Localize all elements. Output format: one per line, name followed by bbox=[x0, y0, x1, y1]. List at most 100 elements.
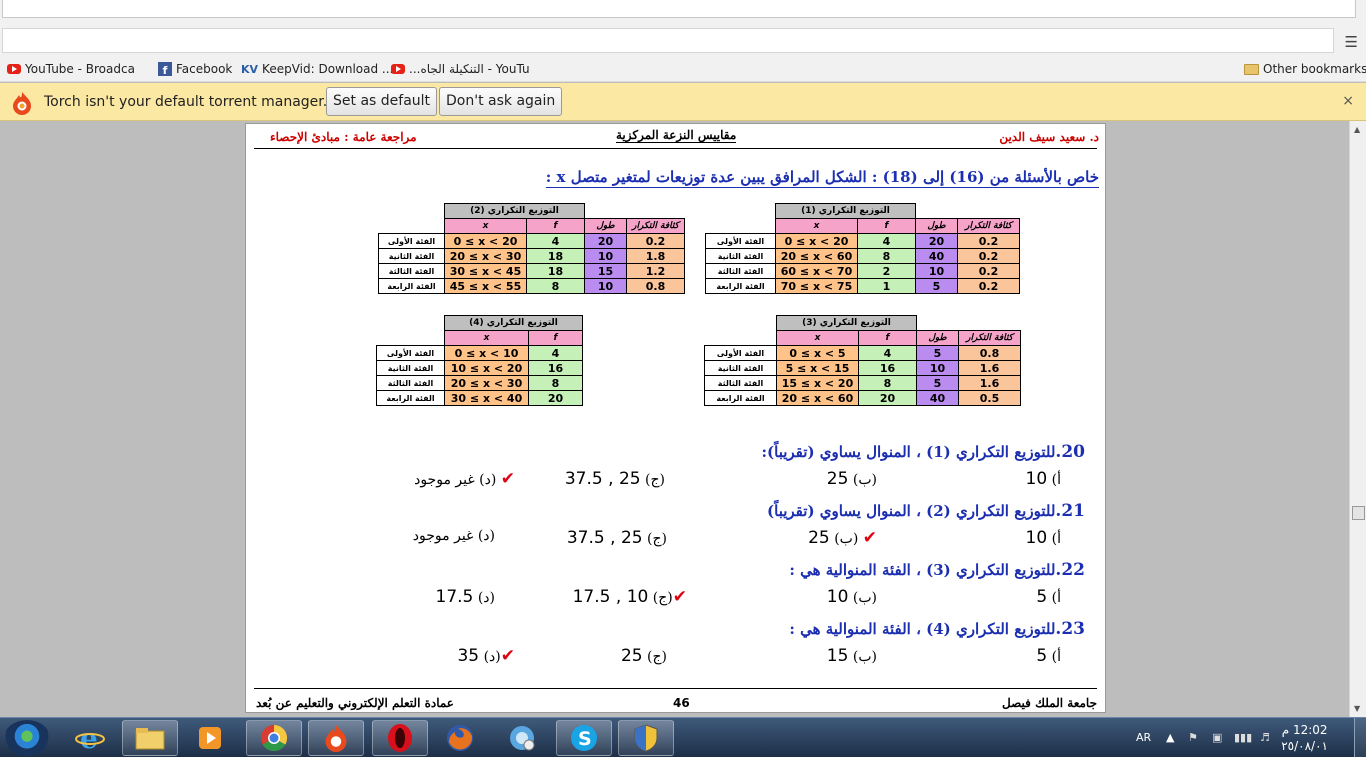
table-row: الفئة الرابعة 20 ≤ x < 60 20 40 0.5 bbox=[704, 390, 1021, 406]
bookmark-facebook[interactable]: f Facebook bbox=[158, 62, 232, 76]
table-row: الفئة الأولى 0 ≤ x < 20 4 20 0.2 bbox=[705, 233, 1020, 249]
device-icon[interactable]: ▣ bbox=[1212, 731, 1222, 744]
opera-icon[interactable] bbox=[372, 720, 428, 756]
table-caption: التوزيع التكراري (1) bbox=[775, 203, 916, 219]
bookmark-youtube[interactable]: YouTube - Broadca bbox=[7, 62, 135, 76]
option-d[interactable]: (د) 17.5 bbox=[436, 587, 495, 607]
shield-icon[interactable] bbox=[618, 720, 674, 756]
svg-text:e: e bbox=[80, 723, 98, 753]
media-player-icon[interactable] bbox=[182, 720, 238, 756]
option-b-correct[interactable]: ✔ (ب) 25 bbox=[808, 528, 877, 548]
check-mark-icon: ✔ bbox=[672, 587, 687, 607]
distribution-table-3: التوزيع التكراري (3) x f طول كثافة التكر… bbox=[704, 315, 1021, 406]
infobar: Torch isn't your default torrent manager… bbox=[0, 83, 1366, 121]
network-icon[interactable] bbox=[494, 720, 550, 756]
taskbar: e S AR ▲ ⚑ ▣ ▮▮▮ ♬ 12:02 م ٢٥/٠٨/٠١ bbox=[0, 717, 1366, 757]
option-b[interactable]: (ب) 10 bbox=[827, 587, 877, 607]
option-b[interactable]: (ب) 25 bbox=[827, 469, 877, 489]
table-row: الفئة الثانية 20 ≤ x < 60 8 40 0.2 bbox=[705, 248, 1020, 264]
table-row: الفئة الأولى 0 ≤ x < 5 4 5 0.8 bbox=[704, 345, 1021, 361]
question-20: 20.للتوزيع التكراري (1) ، المنوال يساوي … bbox=[761, 442, 1086, 462]
distribution-table-4: التوزيع التكراري (4) x f الفئة الأولى 0 ≤… bbox=[376, 315, 583, 406]
vertical-scrollbar[interactable]: ▲ ▼ bbox=[1349, 121, 1366, 717]
bookmark-youtube-2[interactable]: ...التنكيلة الجاه - YouTu bbox=[391, 62, 530, 76]
table-row: الفئة الثانية 10 ≤ x < 20 16 bbox=[376, 360, 583, 376]
youtube-icon bbox=[7, 64, 21, 74]
file-explorer-icon[interactable] bbox=[122, 720, 178, 756]
other-bookmarks[interactable]: Other bookmarks bbox=[1244, 62, 1366, 76]
document-page: د. سعيد سيف الدين مقاييس النزعة المركزية… bbox=[245, 123, 1106, 713]
signal-icon[interactable]: ▮▮▮ bbox=[1234, 731, 1252, 744]
question-21: 21.للتوزيع التكراري (2) ، المنوال يساوي … bbox=[767, 501, 1085, 521]
page-title: مقاييس النزعة المركزية bbox=[616, 128, 737, 143]
option-c[interactable]: (ج) 25 , 37.5 bbox=[565, 469, 665, 489]
check-mark-icon: ✔ bbox=[500, 646, 515, 666]
question-23: 23.للتوزيع التكراري (4) ، الفئة المنوالي… bbox=[789, 619, 1085, 639]
scroll-down-icon[interactable]: ▼ bbox=[1354, 704, 1360, 713]
table-caption: التوزيع التكراري (4) bbox=[444, 315, 583, 331]
option-a[interactable]: أ) 10 bbox=[1026, 528, 1061, 548]
table-row: الفئة الأولى 0 ≤ x < 10 4 bbox=[376, 345, 583, 361]
table-row: الفئة الثالثة 20 ≤ x < 30 8 bbox=[376, 375, 583, 391]
torch-browser-icon[interactable] bbox=[308, 720, 364, 756]
footer-divider bbox=[254, 688, 1097, 689]
table-row: الفئة الرابعة 45 ≤ x < 55 8 10 0.8 bbox=[378, 278, 685, 294]
distribution-table-1: التوزيع التكراري (1) x f طول كثافة التكر… bbox=[705, 203, 1020, 294]
show-desktop-button[interactable] bbox=[1354, 718, 1366, 757]
table-caption: التوزيع التكراري (2) bbox=[444, 203, 585, 219]
option-d-correct[interactable]: ✔ (د) غير موجود bbox=[414, 469, 515, 489]
bookmark-keepvid[interactable]: KV KeepVid: Download ... bbox=[241, 62, 393, 76]
header-divider bbox=[254, 148, 1097, 149]
deanship-name: عمادة التعلم الإلكتروني والتعليم عن بُعد bbox=[256, 696, 454, 710]
option-b[interactable]: (ب) 15 bbox=[827, 646, 877, 666]
internet-explorer-icon[interactable]: e bbox=[62, 720, 118, 756]
address-bar[interactable] bbox=[2, 28, 1334, 53]
intro-text: خاص بالأسئلة من (16) إلى (18) : الشكل ال… bbox=[545, 168, 1099, 188]
course-title: مراجعة عامة : مبادئ الإحصاء bbox=[270, 130, 417, 144]
table-row: الفئة الثالثة 15 ≤ x < 20 8 5 1.6 bbox=[704, 375, 1021, 391]
dont-ask-again-button[interactable]: Don't ask again bbox=[439, 87, 563, 116]
show-hidden-icons[interactable]: ▲ bbox=[1166, 731, 1174, 744]
svg-text:S: S bbox=[578, 728, 592, 750]
distribution-table-2: التوزيع التكراري (2) x f طول كثافة التكر… bbox=[378, 203, 685, 294]
folder-icon bbox=[1244, 63, 1259, 75]
option-a[interactable]: أ) 10 bbox=[1026, 469, 1061, 489]
close-icon[interactable]: × bbox=[1342, 93, 1354, 109]
university-name: جامعة الملك فيصل bbox=[1002, 696, 1097, 710]
table-row: الفئة الأولى 0 ≤ x < 20 4 20 0.2 bbox=[378, 233, 685, 249]
keepvid-icon: KV bbox=[241, 62, 259, 76]
top-bar[interactable] bbox=[2, 0, 1356, 18]
option-c[interactable]: (ج) 25 bbox=[621, 646, 667, 666]
table-row: الفئة الثالثة 30 ≤ x < 45 18 15 1.2 bbox=[378, 263, 685, 279]
volume-icon[interactable]: ♬ bbox=[1260, 731, 1270, 744]
firefox-icon[interactable] bbox=[432, 720, 488, 756]
option-d-correct[interactable]: ✔(د) 35 bbox=[457, 646, 515, 666]
chrome-icon[interactable] bbox=[246, 720, 302, 756]
option-a[interactable]: أ) 5 bbox=[1036, 646, 1061, 666]
set-as-default-button[interactable]: Set as default bbox=[326, 87, 438, 116]
torch-icon bbox=[13, 92, 31, 115]
table-row: الفئة الثالثة 60 ≤ x < 70 2 10 0.2 bbox=[705, 263, 1020, 279]
option-c[interactable]: (ج) 25 , 37.5 bbox=[567, 528, 667, 548]
scrollbar-thumb[interactable] bbox=[1352, 506, 1365, 520]
check-mark-icon: ✔ bbox=[500, 469, 515, 489]
table-caption: التوزيع التكراري (3) bbox=[776, 315, 917, 331]
facebook-icon: f bbox=[158, 62, 172, 76]
option-a[interactable]: أ) 5 bbox=[1036, 587, 1061, 607]
system-clock[interactable]: 12:02 م ٢٥/٠٨/٠١ bbox=[1281, 722, 1328, 754]
option-d[interactable]: (د) غير موجود bbox=[413, 528, 495, 544]
start-button[interactable] bbox=[4, 720, 50, 756]
check-mark-icon: ✔ bbox=[862, 528, 877, 548]
table-row: الفئة الرابعة 70 ≤ x < 75 1 5 0.2 bbox=[705, 278, 1020, 294]
browser-chrome: ☰ bbox=[0, 0, 1366, 56]
scroll-up-icon[interactable]: ▲ bbox=[1354, 125, 1360, 134]
option-c-correct[interactable]: ✔(ج) 10 , 17.5 bbox=[573, 587, 687, 607]
action-center-icon[interactable]: ⚑ bbox=[1188, 731, 1198, 744]
table-row: الفئة الثانية 5 ≤ x < 15 16 10 1.6 bbox=[704, 360, 1021, 376]
page-number: 46 bbox=[673, 696, 690, 710]
bookmarks-bar: YouTube - Broadca f Facebook KV KeepVid:… bbox=[0, 56, 1366, 82]
question-22: 22.للتوزيع التكراري (3) ، الفئة المنوالي… bbox=[789, 560, 1085, 580]
language-indicator[interactable]: AR bbox=[1136, 731, 1151, 744]
hamburger-menu-icon[interactable]: ☰ bbox=[1345, 33, 1358, 51]
skype-icon[interactable]: S bbox=[556, 720, 612, 756]
